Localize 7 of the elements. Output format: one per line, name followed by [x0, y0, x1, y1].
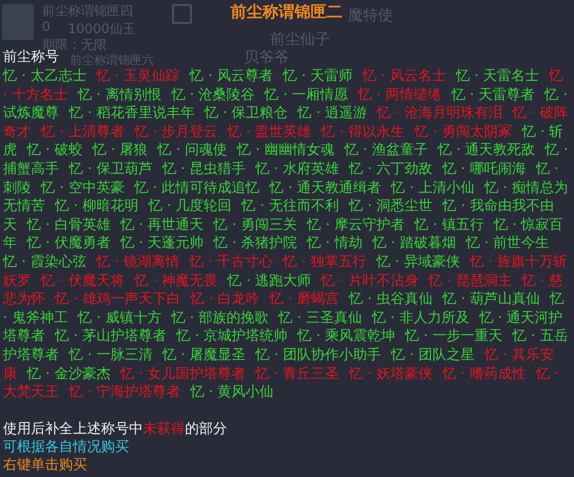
item-slot-icon	[2, 4, 34, 40]
section-label: 前尘称号	[3, 49, 59, 66]
purchase-hint: 可根据各自情况购买	[3, 438, 130, 456]
tooltip-title: 前尘称谓锦匣二	[230, 2, 342, 22]
title-list: 忆 · 太乙志士 忆 · 玉灵仙踪 忆 · 风云尊者 忆 · 天雷师 忆 · 风云名士 忆 · 天雷名士 忆 · 十方名士 忆 · 离情别恨 忆 · 沧桑陵谷 忆 · 一厢情愿 忆 · 两情缱绻 忆 · 天雷尊者 忆 · 试炼魔尊 忆 · 稻花香里说丰年 忆 · 保卫粮仓 忆 · 逍遥游 忆 · 沧海月明珠有泪 忆 · 破阵奇才 忆 · 上清尊者 忆 · 步月登云 忆 · 盖世英雄 忆 · 得以永生 忆 · 勇闯太阴冢 忆 · 斩虎 忆 · 破蛟 忆 · 屠狼 忆 · 问魂使 忆 · 幽幽情女魂 忆 · 渔盆童子 忆 · 通天教死敌 忆 · 捕蟹高手 忆 · 保卫葫芦 忆 · 昆虫猎手 忆 · 水府英雄 忆 · 六丁劲敌 忆 · 哪吒闹海 忆 · 刺陵 忆 · 空中英豪 忆 · 此情可待成追忆 忆 · 通天教通缉者 忆 · 上清小仙 忆 · 痴情总为无情苦 忆 · 柳暗花明 忆 · 几度轮回 忆 · 无往而不利 忆 · 洞悉尘世 忆 · 我命由我不由天 忆 · 白骨英雄 忆 · 再世通天 忆 · 勇闯三关 忆 · 摩云守护者 忆 · 镇五行 忆 · 惊寂百年 忆 · 伏魔勇者 忆 · 天蓬元帅 忆 · 杀猪护院 忆 · 情劫 忆 · 踏破暮烟 忆 · 前世今生 忆 · 霞染心弦 忆 · 镜湖离情 忆 · 千古寸心 忆 · 独掌五行 忆 · 异域豪侠 忆 · 旌旗十万斩妖罗 忆 · 伏魔天将 忆 · 神魔无畏 忆 · 逃跑大师 忆 · 片叶不沾身 忆 · 琵琶洞主 忆 · 慈悲为怀 忆 · 雄鸡一声天下白 忆 · 白龙吟 忆 · 磨蝎宫 忆 · 虫谷真仙 忆 · 葫芦山真仙 忆 · 鬼斧神工 忆 · 威镇十方 忆 · 部族的挽歌 忆 · 三圣真仙 忆 · 非人力所及 忆 · 通天河护塔尊者 忆 · 茅山护塔尊者 忆 · 京城护塔统帅 忆 · 乘风震乾坤 忆 · 一步一重天 忆 · 五岳护塔尊者 忆 · 一脉三清 忆 · 屠魔显圣 忆 · 团队协作小助手 忆 · 团队之星 忆 · 其乐安康 忆 · 金沙豪杰 忆 · 女儿国护塔尊者 忆 · 青丘三圣 忆 · 妖塔豪侠 忆 · 嗜药成性 忆 · 大梵天王 忆 · 宁海护塔尊者 忆 · 黄风小仙	[3, 67, 570, 402]
right-click-hint: 右键单击购买	[3, 456, 88, 474]
usage-note: 使用后补全上述称号中未获得的部分	[3, 420, 228, 438]
